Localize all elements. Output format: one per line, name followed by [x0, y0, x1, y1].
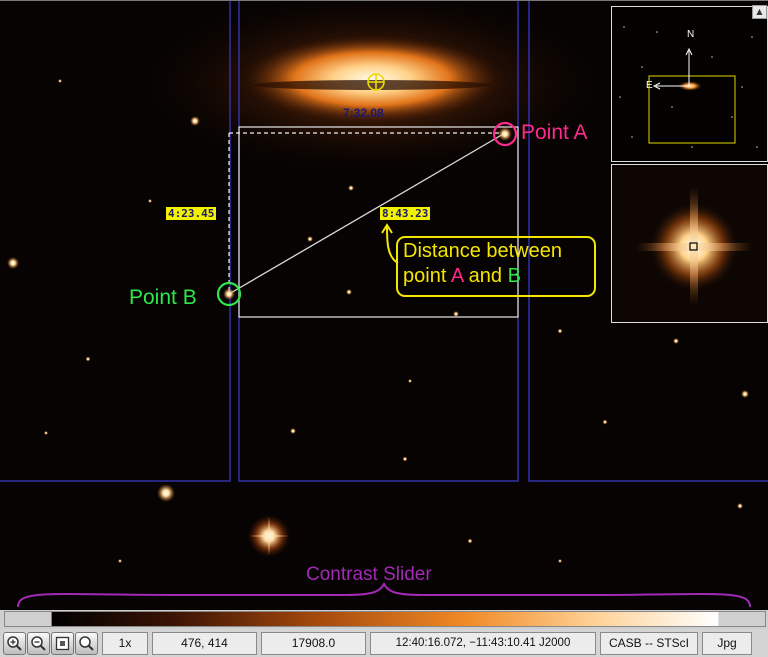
- status-bar: 1x 476, 414 17908.0 12:40:16.072, −11:43…: [0, 629, 768, 657]
- magnifier-image: [612, 165, 767, 322]
- image-viewer[interactable]: 7:32.08 4:23.45 8:43.23 Point A Point B …: [0, 0, 768, 610]
- zoom-fit-icon: [55, 636, 70, 650]
- coord-label-left: 4:23.45: [166, 207, 217, 220]
- callout-line-2: point A and B: [403, 264, 594, 289]
- callout-letter-b: B: [507, 265, 521, 287]
- callout-line-1: Distance between: [403, 240, 562, 262]
- coord-label-top: 7:32.08: [343, 106, 384, 120]
- pixel-value: 17908.0: [261, 631, 366, 655]
- zoom-out-icon: [31, 635, 46, 651]
- east-label: E: [646, 80, 653, 91]
- zoom-in-icon: [7, 635, 22, 651]
- zoom-out-button[interactable]: [27, 631, 50, 655]
- callout-letter-a: A: [450, 265, 464, 287]
- contrast-slider-label: Contrast Slider: [306, 564, 432, 585]
- coord-label-diagonal: 8:43.23: [380, 207, 431, 220]
- point-b-label: Point B: [129, 286, 197, 309]
- magnifier-window: [611, 164, 768, 323]
- north-label: N: [687, 29, 695, 40]
- panner-window[interactable]: N E: [611, 6, 768, 162]
- callout-text-prefix: point: [403, 265, 451, 287]
- zoom-reset-button[interactable]: [75, 631, 98, 655]
- sky-coordinates: 12:40:16.072, −11:43:10.41 J2000: [370, 631, 596, 655]
- center-marker-icon: [367, 73, 385, 91]
- zoom-fit-button[interactable]: [51, 631, 74, 655]
- image-format: Jpg: [702, 631, 752, 655]
- survey-source: CASB -- STScI: [600, 631, 698, 655]
- distance-callout: Distance between point A and B: [396, 236, 596, 297]
- pixel-coordinates: 476, 414: [152, 631, 257, 655]
- callout-text-mid: and: [463, 265, 508, 287]
- bright-star: [247, 514, 291, 558]
- panner-scroll-up-icon[interactable]: ▲: [752, 5, 767, 19]
- zoom-level: 1x: [102, 631, 148, 655]
- point-a-label: Point A: [521, 121, 588, 144]
- colorbar[interactable]: [4, 611, 766, 627]
- zoom-reset-icon: [79, 635, 94, 651]
- zoom-in-button[interactable]: [3, 631, 26, 655]
